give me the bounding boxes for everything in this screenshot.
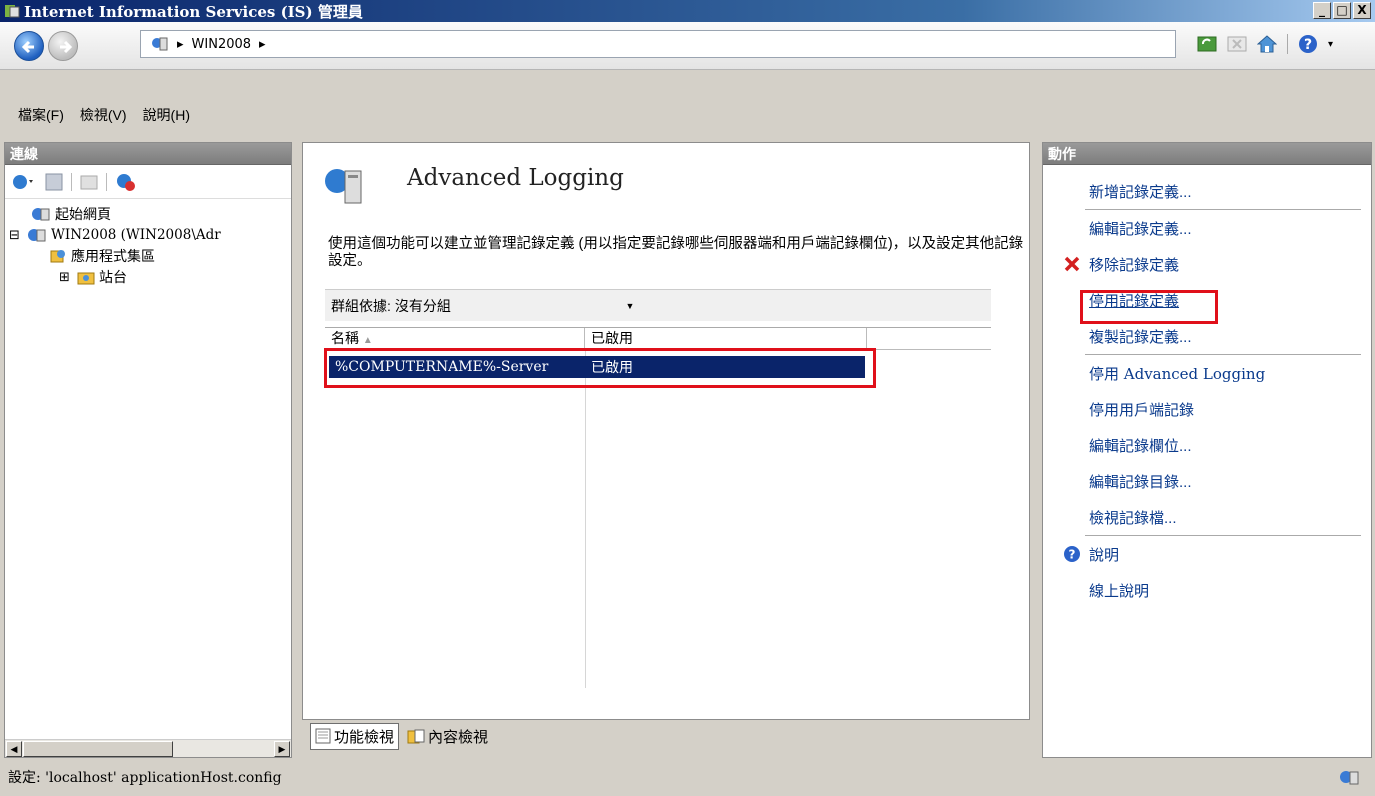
actions-title: 動作 [1043, 143, 1371, 165]
sites-folder-icon [77, 272, 95, 284]
help-icon: ? [1064, 546, 1080, 562]
server-icon [28, 228, 46, 241]
tree-label-start-page: 起始網頁 [55, 205, 111, 222]
up-level-icon[interactable] [80, 173, 98, 191]
svg-text:?: ? [1304, 37, 1312, 53]
content-view-icon [407, 729, 425, 744]
tree-label-app-pools: 應用程式集區 [71, 247, 155, 264]
column-header-empty [867, 328, 991, 350]
arrow-left-icon [21, 40, 34, 54]
connections-toolbar [5, 165, 291, 199]
menu-file[interactable]: 檔案(F) [18, 105, 64, 125]
connections-title: 連線 [5, 143, 291, 165]
column-header-enabled[interactable]: 已啟用 [585, 328, 867, 350]
connections-pane: 連線 起始網頁 ⊟ WIN2008 (WIN2008\Adr 應用程式集區 ⊞ … [4, 142, 292, 758]
tab-content-view[interactable]: 內容檢視 [403, 724, 492, 749]
horizontal-scrollbar[interactable]: ◀ ▶ [5, 739, 291, 757]
scroll-left-icon[interactable]: ◀ [6, 741, 22, 757]
connect-icon[interactable] [11, 172, 37, 192]
app-pool-icon [50, 249, 65, 262]
tab-features-view[interactable]: 功能檢視 [310, 722, 400, 750]
action-disable-client-logging[interactable]: 停用用戶端記錄 [1043, 391, 1371, 427]
action-edit-log-fields[interactable]: 編輯記錄欄位... [1043, 427, 1371, 463]
window-titlebar: Internet Information Services (IS) 管理員 _… [0, 0, 1375, 22]
refresh-icon[interactable] [1197, 34, 1217, 54]
status-bar: 設定: 'localhost' applicationHost.config [0, 758, 1375, 796]
feature-description: 使用這個功能可以建立並管理記錄定義 (用以指定要記錄哪些伺服器端和用戶端記錄欄位… [328, 236, 1024, 269]
chevron-down-icon[interactable]: ▼ [623, 296, 637, 316]
save-icon[interactable] [45, 173, 63, 191]
breadcrumb-win2008[interactable]: WIN2008 [192, 37, 252, 52]
status-text: 設定: 'localhost' applicationHost.config [8, 770, 282, 786]
forward-button[interactable] [48, 31, 78, 61]
breadcrumb-separator[interactable]: ▸ [177, 37, 184, 52]
tree-label-server: WIN2008 (WIN2008\Adr [51, 226, 221, 243]
actions-pane: 動作 新增記錄定義... 編輯記錄定義... 移除記錄定義 停用記錄定義 複製記… [1042, 142, 1372, 758]
iis-app-icon [5, 5, 20, 18]
advanced-logging-icon [325, 169, 362, 204]
menu-bar: 檔案(F) 檢視(V) 說明(H) [0, 100, 1375, 130]
address-toolbar: ▸ WIN2008 ▸ ? ▾ [0, 22, 1375, 70]
maximize-button[interactable]: □ [1333, 2, 1351, 19]
tree-item-start-page[interactable]: 起始網頁 [5, 203, 291, 224]
group-by-select[interactable]: 沒有分組 [395, 296, 585, 316]
scroll-thumb[interactable] [23, 741, 173, 757]
tree-item-sites[interactable]: ⊞ 站台 [5, 266, 291, 287]
arrow-right-icon [60, 40, 73, 54]
action-remove-definition[interactable]: 移除記錄定義 [1043, 246, 1371, 282]
menu-view[interactable]: 檢視(V) [80, 105, 127, 125]
close-button[interactable]: X [1353, 2, 1371, 19]
column-divider [585, 350, 586, 688]
help-dropdown-icon[interactable]: ▾ [1328, 39, 1333, 50]
window-title: Internet Information Services (IS) 管理員 [24, 2, 363, 21]
minimize-button[interactable]: _ [1313, 2, 1331, 19]
remove-icon [1064, 256, 1080, 272]
tree-item-server[interactable]: ⊟ WIN2008 (WIN2008\Adr [5, 224, 291, 245]
tree-item-app-pools[interactable]: 應用程式集區 [5, 245, 291, 266]
toolbar-divider [1287, 34, 1288, 54]
features-view-icon [315, 728, 331, 744]
back-button[interactable] [14, 31, 44, 61]
view-tabs: 功能檢視 內容檢視 [310, 722, 492, 750]
scroll-right-icon[interactable]: ▶ [274, 741, 290, 757]
server-icon [152, 37, 168, 51]
action-highlight-box [1080, 290, 1218, 324]
tree-expand-icon[interactable]: ⊞ [59, 269, 77, 285]
action-help[interactable]: ? 說明 [1043, 536, 1371, 572]
disconnect-icon[interactable] [115, 172, 137, 192]
tree-collapse-icon[interactable]: ⊟ [9, 227, 27, 243]
group-by-label: 群組依據: [331, 297, 391, 314]
action-add-definition[interactable]: 新增記錄定義... [1043, 173, 1371, 209]
home-icon[interactable] [1257, 34, 1277, 54]
tree-label-sites: 站台 [99, 268, 127, 285]
connections-toolbar-divider-2 [106, 172, 107, 191]
action-view-log-files[interactable]: 檢視記錄檔... [1043, 499, 1371, 535]
help-icon[interactable]: ? [1298, 34, 1318, 54]
connections-tree: 起始網頁 ⊟ WIN2008 (WIN2008\Adr 應用程式集區 ⊞ 站台 [5, 199, 291, 287]
stop-icon[interactable] [1227, 34, 1247, 54]
feature-title: Advanced Logging [407, 165, 624, 191]
connection-status-icon [1340, 771, 1359, 785]
action-edit-definition[interactable]: 編輯記錄定義... [1043, 210, 1371, 246]
grid-header: 名稱 ▲ 已啟用 [325, 328, 991, 350]
action-online-help[interactable]: 線上說明 [1043, 572, 1371, 608]
feature-pane: Advanced Logging 使用這個功能可以建立並管理記錄定義 (用以指定… [302, 142, 1030, 720]
column-header-name[interactable]: 名稱 ▲ [325, 328, 585, 350]
start-page-icon [32, 207, 50, 220]
row-highlight-box [324, 348, 876, 388]
svg-text:?: ? [1069, 548, 1076, 562]
breadcrumb-separator-end[interactable]: ▸ [259, 37, 266, 52]
connections-toolbar-divider [71, 172, 72, 191]
address-box[interactable]: ▸ WIN2008 ▸ [140, 30, 1176, 58]
group-by-bar: 群組依據: 沒有分組 ▼ [325, 289, 991, 321]
menu-help[interactable]: 說明(H) [143, 105, 190, 125]
action-disable-advanced-logging[interactable]: 停用 Advanced Logging [1043, 355, 1371, 391]
action-edit-log-directory[interactable]: 編輯記錄目錄... [1043, 463, 1371, 499]
